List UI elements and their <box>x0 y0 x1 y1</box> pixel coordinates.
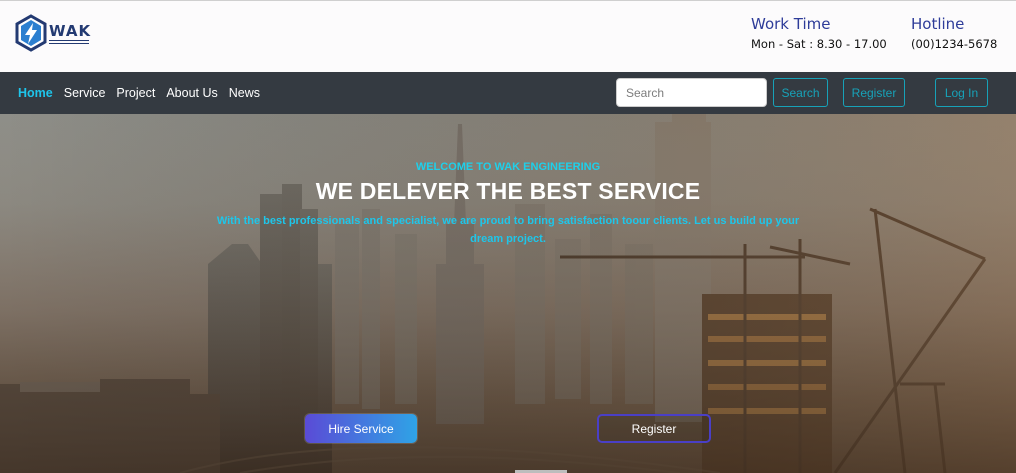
hotline-block: Hotline (00)1234-5678 <box>911 15 997 51</box>
hotline-value: (00)1234-5678 <box>911 37 998 51</box>
nav-links: Home Service Project About Us News <box>18 72 271 114</box>
hero-register-button[interactable]: Register <box>597 414 711 443</box>
nav-item-home[interactable]: Home <box>18 86 53 100</box>
nav-item-news[interactable]: News <box>229 86 260 100</box>
hire-service-button[interactable]: Hire Service <box>305 414 417 443</box>
nav-item-service[interactable]: Service <box>64 86 106 100</box>
logo-wordmark: WAK <box>49 21 92 40</box>
search-button[interactable]: Search <box>773 78 828 107</box>
hero-description: With the best professionals and speciali… <box>216 215 800 245</box>
hero-kicker: WELCOME TO WAK ENGINEERING <box>415 161 601 173</box>
company-logo[interactable]: WAK <box>14 13 96 53</box>
nav-item-about-us[interactable]: About Us <box>166 86 217 100</box>
work-time-value: Mon - Sat : 8.30 - 17.00 <box>751 37 887 51</box>
top-header: WAK Work Time Mon - Sat : 8.30 - 17.00 H… <box>0 0 1016 72</box>
hero-title: WE DELEVER THE BEST SERVICE <box>315 178 701 204</box>
search-input[interactable] <box>616 78 767 107</box>
nav-item-project[interactable]: Project <box>116 86 155 100</box>
hotline-title: Hotline <box>911 15 965 33</box>
main-navbar: Home Service Project About Us News Searc… <box>0 72 1016 114</box>
lightning-hexagon-icon <box>15 14 47 52</box>
login-button[interactable]: Log In <box>935 78 988 107</box>
work-time-block: Work Time Mon - Sat : 8.30 - 17.00 <box>751 15 887 51</box>
hero-banner: WELCOME TO WAK ENGINEERING WE DELEVER TH… <box>0 114 1016 473</box>
work-time-title: Work Time <box>751 15 831 33</box>
nav-register-button[interactable]: Register <box>843 78 905 107</box>
logo-tagline-bar <box>49 39 89 44</box>
